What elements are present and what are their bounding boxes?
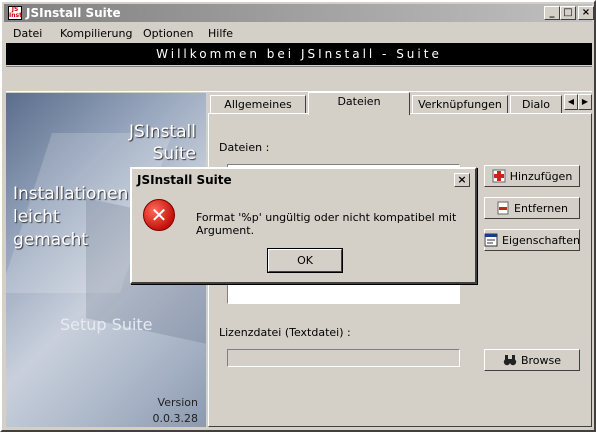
tab-dialog[interactable]: Dialo <box>510 95 562 114</box>
version-label: Version <box>157 396 198 409</box>
error-icon: ✕ <box>143 199 175 231</box>
add-button[interactable]: Hinzufügen <box>484 165 580 187</box>
sidebar-version: Version 0.0.3.28 <box>153 395 198 427</box>
close-button[interactable]: × <box>578 6 594 20</box>
error-dialog: JSInstall Suite × ✕ Format '%p' ungültig… <box>130 167 477 284</box>
add-button-label: Hinzufügen <box>509 169 573 183</box>
dialog-title: JSInstall Suite <box>137 173 232 187</box>
slogan-line3: gemacht <box>13 230 89 250</box>
remove-button[interactable]: Entfernen <box>484 197 580 219</box>
properties-icon <box>484 233 498 247</box>
binoculars-icon <box>503 353 517 367</box>
menu-hilfe[interactable]: Hilfe <box>208 27 233 40</box>
files-label: Dateien : <box>219 141 270 154</box>
browse-button[interactable]: Browse <box>484 349 580 371</box>
app-icon: JS Inst <box>8 6 22 20</box>
sidebar-product-title: JSInstall Suite <box>129 121 196 165</box>
browse-button-label: Browse <box>520 353 562 367</box>
tab-scroll-left-icon[interactable]: ◀ <box>564 94 578 110</box>
license-file-field[interactable] <box>227 349 460 367</box>
menu-optionen[interactable]: Optionen <box>143 27 193 40</box>
main-window: JS Inst JSInstall Suite _ □ × Datei Kompi… <box>0 0 596 432</box>
remove-button-label: Entfernen <box>514 201 568 215</box>
remove-file-icon <box>496 201 510 215</box>
properties-button[interactable]: Eigenschaften <box>484 229 580 251</box>
maximize-button[interactable]: □ <box>560 6 576 20</box>
version-number: 0.0.3.28 <box>152 412 198 425</box>
dialog-message: Format '%p' ungültig oder nicht kompatib… <box>196 211 457 237</box>
window-title: JSInstall Suite <box>26 6 121 20</box>
tab-verknuepfungen[interactable]: Verknüpfungen <box>412 95 508 114</box>
minimize-button[interactable]: _ <box>544 6 560 20</box>
tab-allgemeines[interactable]: Allgemeines <box>210 95 306 114</box>
tab-scroll-right-icon[interactable]: ▶ <box>578 94 592 110</box>
dialog-close-icon[interactable]: × <box>454 173 470 187</box>
properties-button-label: Eigenschaften <box>502 233 580 247</box>
title-bar[interactable]: JS Inst JSInstall Suite _ □ × <box>4 4 594 22</box>
tab-dateien[interactable]: Dateien <box>308 92 410 115</box>
tab-strip: Allgemeines Dateien Verknüpfungen Dialo … <box>208 92 592 115</box>
toolbar-area <box>6 66 592 92</box>
ok-button[interactable]: OK <box>267 248 343 273</box>
sidebar-title-line2: Suite <box>152 144 196 164</box>
slogan-line1: Installationen <box>13 184 129 204</box>
add-file-icon <box>492 169 506 183</box>
dialog-title-bar[interactable]: JSInstall Suite × <box>134 171 473 189</box>
menu-datei[interactable]: Datei <box>13 27 42 40</box>
sidebar-slogan: Installationen leicht gemacht <box>13 183 128 252</box>
slogan-line2: leicht <box>13 207 60 227</box>
sidebar-title-line1: JSInstall <box>129 122 196 142</box>
license-label: Lizenzdatei (Textdatei) : <box>219 326 351 339</box>
sidebar-watermark: Setup Suite <box>60 315 153 334</box>
menu-bar: Datei Kompilierung Optionen Hilfe <box>4 24 592 42</box>
menu-kompilierung[interactable]: Kompilierung <box>60 27 132 40</box>
welcome-banner: Willkommen bei JSInstall - Suite <box>6 43 592 65</box>
